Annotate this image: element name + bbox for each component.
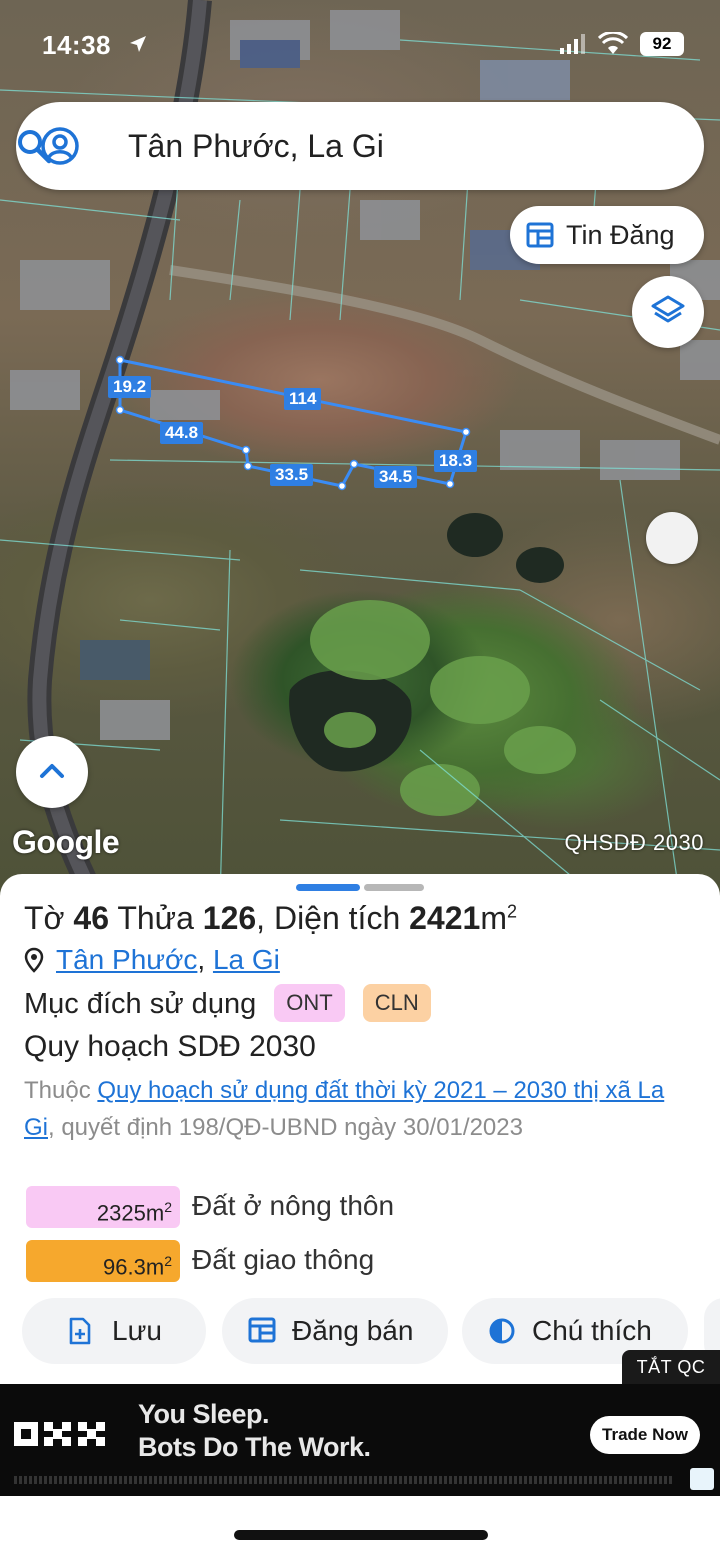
town-link[interactable]: La Gi [213,944,280,975]
area-exponent: 2 [506,901,517,922]
sheet-grabber[interactable] [364,884,424,891]
calendar-grid-icon [248,1317,276,1343]
ad-headline-line-2: Bots Do The Work. [138,1432,371,1462]
area-label: Diện tích [273,900,401,936]
area-value: 2421 [409,900,481,936]
layers-button[interactable] [632,276,704,348]
ad-disclaimer [14,1476,674,1484]
area-type-label: Đất ở nông thôn [192,1190,395,1221]
area-amount-exponent: 2 [164,1199,172,1215]
map-view[interactable]: 19.2 114 44.8 33.5 34.5 18.3 14:38 92 Tâ… [0,0,720,900]
land-use-purpose: Mục đích sử dụng ONT CLN [24,984,431,1022]
purpose-tag-ont[interactable]: ONT [274,984,345,1022]
plan-description: Thuộc Quy hoạch sử dụng đất thời kỳ 2021… [24,1072,696,1146]
layers-icon [651,295,685,323]
purpose-tag-cln[interactable]: CLN [362,984,431,1022]
plan-prefix: Thuộc [24,1077,91,1104]
location-arrow-icon [130,36,146,52]
area-unit: m [480,900,507,936]
listings-button[interactable]: Tin Đăng [510,206,704,264]
search-bar[interactable]: Tân Phước, La Gi [16,102,704,190]
ad-headline: You Sleep. Bots Do The Work. [138,1398,371,1464]
home-indicator[interactable] [234,1530,488,1540]
wifi-icon [598,32,628,54]
edge-length-label: 33.5 [270,464,314,486]
area-amount-unit: m [145,1200,165,1226]
purpose-label: Mục đích sử dụng [24,988,257,1020]
chevron-up-icon [40,764,64,778]
sheet-grabber-active[interactable] [296,884,360,891]
save-button-label: Lưu [112,1315,162,1346]
post-sale-button-label: Đăng bán [292,1315,414,1346]
ad-banner[interactable]: You Sleep. Bots Do The Work. Trade Now [0,1384,720,1496]
post-sale-button[interactable]: Đăng bán [222,1298,448,1364]
area-amount: 2325m2 [26,1186,180,1228]
location-pin-icon [24,947,44,973]
add-document-icon [69,1317,91,1345]
home-indicator-area [0,1496,720,1559]
battery-level: 92 [640,32,684,56]
legend-button-label: Chú thích [532,1315,652,1346]
area-amount-unit: m [145,1254,165,1280]
area-amount: 96.3m2 [26,1240,180,1282]
google-logo: Google [12,824,120,860]
contrast-icon [489,1318,515,1344]
area-amount-value: 2325 [96,1200,146,1226]
status-bar: 14:38 92 [0,28,720,64]
adchoices-icon[interactable] [690,1468,714,1490]
area-amount-exponent: 2 [164,1253,172,1269]
calendar-grid-icon [526,222,554,248]
save-button[interactable]: Lưu [22,1298,206,1364]
parcel-title: Tờ 46 Thửa 126, Diện tích 2421m2 [24,900,517,937]
expand-up-button[interactable] [16,736,88,808]
edge-length-label: 44.8 [160,422,204,444]
parcel-info-sheet: Tờ 46 Thửa 126, Diện tích 2421m2 Tân Phư… [0,874,720,1386]
search-icon[interactable] [16,128,52,164]
area-breakdown-row: 96.3m2 Đất giao thông [26,1240,626,1284]
search-query[interactable]: Tân Phước, La Gi [128,128,384,165]
planning-layer-label: QHSDĐ 2030 [564,830,704,855]
action-bar: Lưu Đăng bán Chú thích [22,1298,720,1364]
parcel-number: 126 [202,900,257,936]
address-separator: , [197,944,206,975]
sheet-label: Tờ [24,900,65,936]
area-amount-value: 96.3 [103,1254,146,1280]
plan-title: Quy hoạch SDĐ 2030 [24,1030,316,1063]
edge-length-label: 19.2 [108,376,152,398]
map-side-toggle[interactable] [646,512,698,564]
sheet-number: 46 [73,900,110,936]
close-ad-button[interactable]: TẮT QC [622,1350,720,1384]
ward-link[interactable]: Tân Phước [56,944,197,975]
edge-length-label: 114 [284,388,322,410]
title-separator: , [256,900,266,936]
area-type-label: Đất giao thông [192,1244,375,1275]
status-time: 14:38 [42,30,111,60]
listings-button-label: Tin Đăng [566,220,675,250]
ad-headline-line-1: You Sleep. [138,1399,270,1429]
edge-length-label: 34.5 [374,466,418,488]
area-breakdown-row: 2325m2 Đất ở nông thôn [26,1186,626,1230]
edge-length-label: 18.3 [434,450,478,472]
okx-logo-icon [14,1422,105,1446]
plan-decision: , quyết định 198/QĐ-UBND ngày 30/01/2023 [48,1114,523,1141]
parcel-label: Thửa [117,900,194,936]
ad-cta-button[interactable]: Trade Now [590,1416,700,1454]
parcel-address: Tân Phước, La Gi [24,944,280,976]
cellular-signal-icon [560,34,585,54]
